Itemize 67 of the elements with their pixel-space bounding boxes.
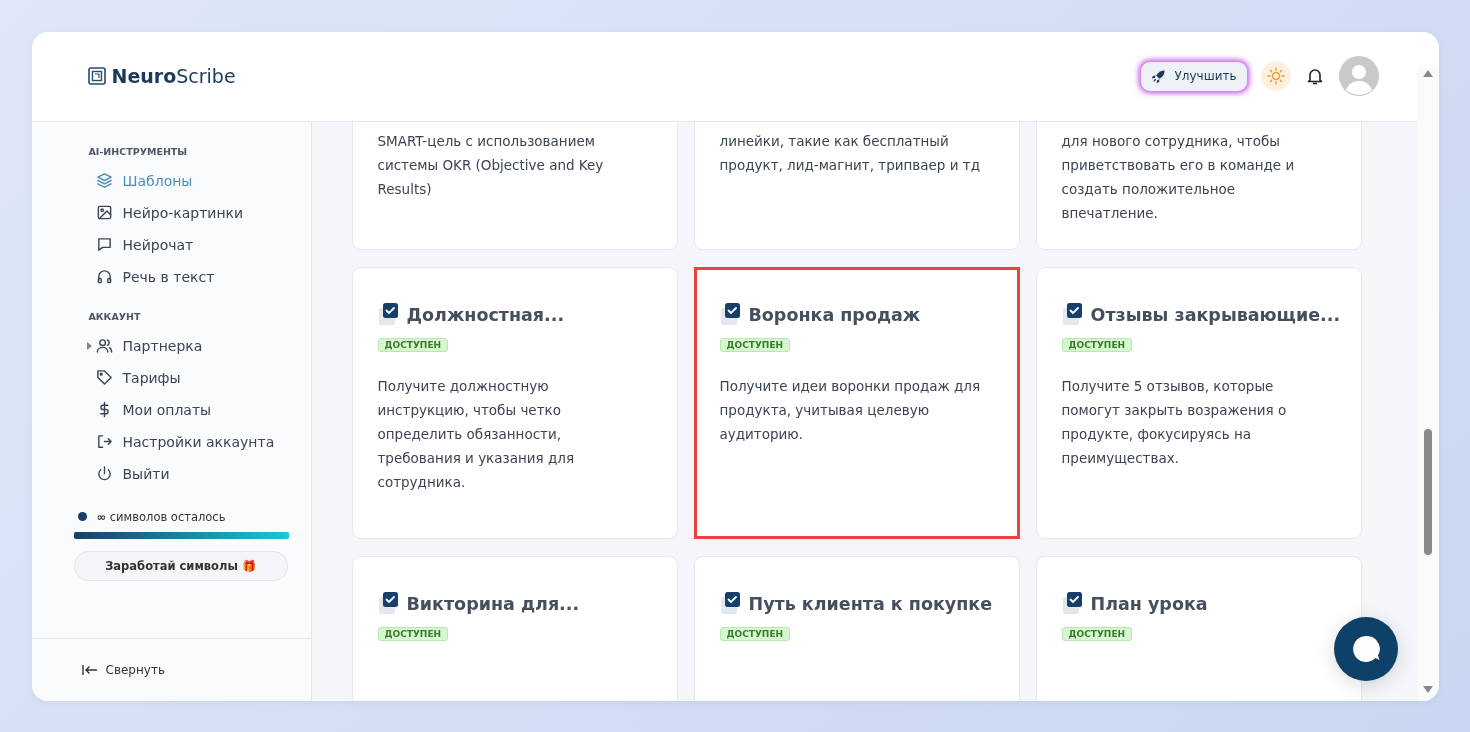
collapse-button[interactable]: Свернуть: [31, 638, 311, 701]
checkbox-icon: [1060, 301, 1085, 328]
headphones-icon: [95, 268, 113, 285]
status-badge: ДОСТУПЕН: [719, 626, 791, 641]
sidebar-item[interactable]: Выйти: [88, 457, 289, 490]
sidebar-item[interactable]: Тарифы: [88, 361, 289, 394]
card-title: Воронка продаж: [748, 304, 921, 325]
chat-bubble-icon: [1350, 633, 1381, 664]
scrollbar[interactable]: [1416, 65, 1439, 701]
template-card[interactable]: Путь клиента к покупке ДОСТУПЕН: [693, 555, 1020, 701]
card-title: Отзывы закрывающие...: [1090, 304, 1341, 325]
template-card[interactable]: Отзывы закрывающие... ДОСТУПЕН Получите 5 отзывов, которые помогут закрыть возражения о продукте, фокусируясь на преимуществах.: [1035, 266, 1362, 539]
upgrade-button[interactable]: Улучшить: [1141, 61, 1247, 91]
card-description: для нового сотрудника, чтобы приветствовать его в команде и создать положительное впечатление.: [1061, 131, 1296, 223]
scroll-down-icon[interactable]: [1422, 685, 1433, 693]
card-description: Получите идеи воронки продаж для продукта, учитывая целевую аудиторию.: [719, 376, 982, 444]
card-description: линейки, такие как бесплатный продукт, лид-магнит, трипваер и тд: [719, 131, 981, 175]
sidebar-item[interactable]: Мои оплаты: [88, 393, 289, 426]
template-card[interactable]: SMART-цель с использованием системы OKR (Objective and Key Results): [351, 121, 678, 250]
card-title: Викторина для...: [406, 593, 580, 614]
template-card[interactable]: Викторина для... ДОСТУПЕН: [351, 555, 678, 701]
logo-text[interactable]: NeuroScribe: [111, 65, 236, 87]
status-badge: ДОСТУПЕН: [719, 337, 791, 352]
card-description: Получите 5 отзывов, которые помогут закрыть возражения о продукте, фокусируясь на преимуществах.: [1061, 376, 1288, 468]
rocket-icon: [1151, 68, 1167, 84]
collapse-icon: [81, 663, 98, 676]
sidebar-item[interactable]: Речь в текст: [88, 260, 289, 293]
template-card[interactable]: Должностная... ДОСТУПЕН Получите должностную инструкцию, чтобы четко определить обязанности, требования и указания для сотрудника.: [351, 266, 678, 539]
checkbox-icon: [718, 590, 743, 617]
template-card[interactable]: для нового сотрудника, чтобы приветствовать его в команде и создать положительное впечатление.: [1035, 121, 1362, 250]
checkbox-icon: [376, 301, 401, 328]
chat-icon: [95, 236, 113, 253]
template-card[interactable]: План урока ДОСТУПЕН: [1035, 555, 1362, 701]
card-title: Должностная...: [406, 304, 565, 325]
checkbox-icon: [718, 301, 743, 328]
users-icon: [95, 337, 113, 354]
power-icon: [95, 465, 113, 482]
checkbox-icon: [376, 590, 401, 617]
status-badge: ДОСТУПЕН: [377, 626, 449, 641]
theme-toggle[interactable]: [1260, 61, 1291, 91]
tag-icon: [95, 369, 113, 386]
logout-icon: [95, 433, 113, 450]
scroll-up-icon[interactable]: [1422, 69, 1433, 77]
checkbox-icon: [1060, 590, 1085, 617]
logo-icon: [86, 66, 107, 86]
sidebar-item[interactable]: Нейро-картинки: [88, 196, 289, 229]
section-heading: АККАУНТ: [88, 310, 142, 322]
sun-icon: [1266, 67, 1285, 85]
layers-icon: [95, 172, 113, 189]
section-heading: AI-ИНСТРУМЕНТЫ: [88, 145, 189, 157]
card-title: Путь клиента к покупке: [748, 593, 993, 614]
status-badge: ДОСТУПЕН: [377, 337, 449, 352]
card-title: План урока: [1090, 593, 1208, 614]
status-badge: ДОСТУПЕН: [1061, 626, 1133, 641]
status-dot: [77, 512, 87, 521]
card-description: Получите должностную инструкцию, чтобы четко определить обязанности, требования и указания для сотрудника.: [377, 376, 576, 492]
template-card[interactable]: линейки, такие как бесплатный продукт, лид-магнит, трипваер и тд: [693, 121, 1020, 250]
credits-text: ∞ символов осталось: [96, 509, 226, 524]
sidebar-item[interactable]: Настройки аккаунта: [88, 425, 289, 458]
card-description: SMART-цель с использованием системы OKR (Objective and Key Results): [377, 131, 605, 199]
sidebar-item[interactable]: Нейрочат: [88, 228, 289, 261]
earn-credits-button[interactable]: Заработай символы 🎁: [73, 550, 288, 581]
template-card[interactable]: Воронка продаж ДОСТУПЕН Получите идеи воронки продаж для продукта, учитывая целевую аудиторию.: [693, 266, 1020, 539]
scrollbar-thumb[interactable]: [1423, 429, 1432, 556]
sidebar-item[interactable]: Партнерка: [88, 329, 289, 362]
image-icon: [95, 204, 113, 221]
status-badge: ДОСТУПЕН: [1061, 337, 1133, 352]
